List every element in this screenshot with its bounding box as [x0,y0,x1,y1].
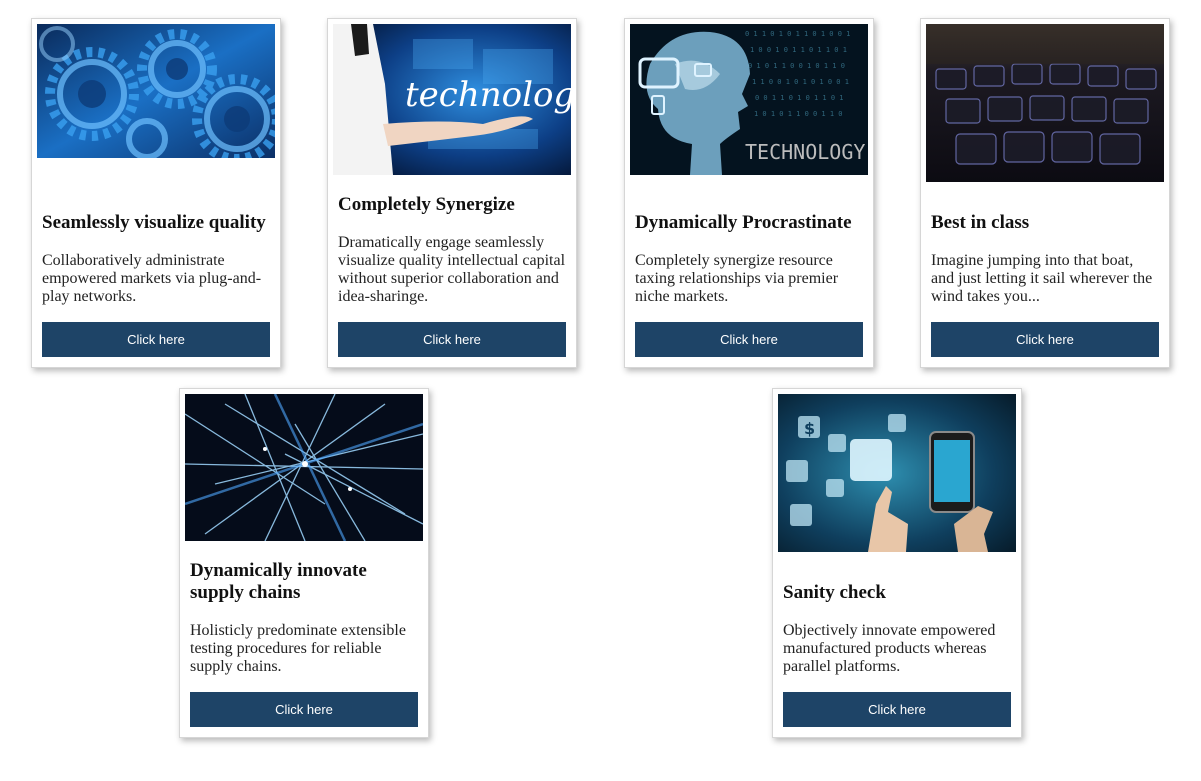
card-description: Imagine jumping into that boat, and just… [931,252,1153,305]
network-lines-image [185,394,423,541]
card-title: Completely Synergize [338,194,515,215]
dollar-icon: $ [804,419,815,438]
click-here-button[interactable]: Click here [783,692,1011,727]
click-here-button[interactable]: Click here [190,692,418,727]
click-here-button[interactable]: Click here [42,322,270,357]
card: technology Completely Synergize Dramatic… [327,18,577,368]
gears-image [37,24,275,158]
technology-text: technology [405,75,571,115]
card-description: Holisticly predominate extensible testin… [190,622,406,675]
svg-text:0 1 0 1 1 0 0 1 0 1 1 0: 0 1 0 1 1 0 0 1 0 1 1 0 [748,62,845,70]
keyboard-image [926,24,1164,182]
card-title: Seamlessly visualize quality [42,212,266,233]
card-description: Dramatically engage seamlessly visualize… [338,234,566,305]
card-title: Dynamically Procrastinate [635,212,852,233]
card-description: Collaboratively administrate empowered m… [42,252,262,305]
card: Seamlessly visualize quality Collaborati… [31,18,281,368]
card: Dynamically innovate supply chains Holis… [179,388,429,738]
card-title: Best in class [931,212,1030,233]
click-here-button[interactable]: Click here [338,322,566,357]
card-title: Dynamically innovate supply chains [190,560,367,603]
svg-text:1 1 0 0 1 0 1 0 1 0 0 1: 1 1 0 0 1 0 1 0 1 0 0 1 [752,78,849,86]
svg-text:0 1 1 0 1 0 1 1 0 1 0 0 1: 0 1 1 0 1 0 1 1 0 1 0 0 1 [745,30,850,38]
card: $ Sanity check Objectively innovate empo… [772,388,1022,738]
smartphone-apps-image: $ [778,394,1016,552]
card: 0 1 1 0 1 0 1 1 0 1 0 0 1 1 0 0 1 0 1 1 … [624,18,874,368]
svg-text:1 0 1 0 1 1 0 0 1 1 0: 1 0 1 0 1 1 0 0 1 1 0 [754,110,843,118]
technology-hand-image: technology [333,24,571,175]
card-title: Sanity check [783,582,886,603]
click-here-button[interactable]: Click here [931,322,1159,357]
card-description: Completely synergize resource taxing rel… [635,252,839,305]
technology-text: TECHNOLOGY [745,140,865,164]
card-description: Objectively innovate empowered manufactu… [783,622,996,675]
svg-text:0 0 1 1 0 1 0 1 1 0 1: 0 0 1 1 0 1 0 1 1 0 1 [755,94,844,102]
click-here-button[interactable]: Click here [635,322,863,357]
ai-head-image: 0 1 1 0 1 0 1 1 0 1 0 0 1 1 0 0 1 0 1 1 … [630,24,868,175]
svg-text:1 0 0 1 0 1 1 0 1 1 0 1: 1 0 0 1 0 1 1 0 1 1 0 1 [750,46,847,54]
card: Best in class Imagine jumping into that … [920,18,1170,368]
